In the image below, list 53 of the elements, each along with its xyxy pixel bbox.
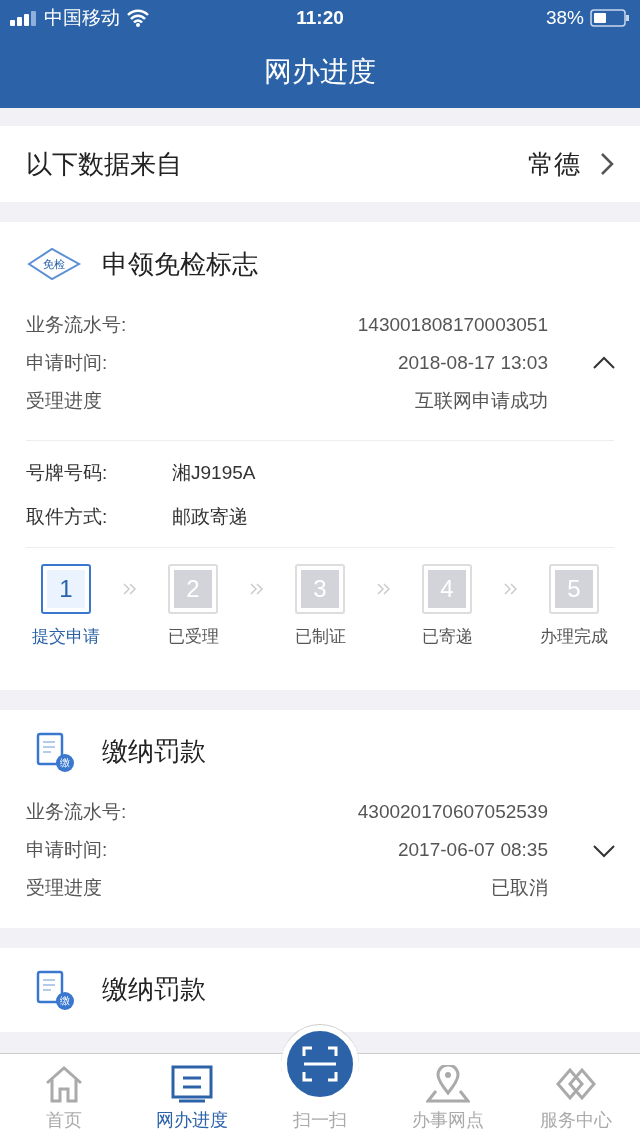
list-icon xyxy=(171,1065,213,1103)
tab-item[interactable]: 办事网点 xyxy=(384,1054,512,1138)
scan-icon xyxy=(302,1046,338,1082)
field-value: 143001808170003051 xyxy=(357,312,548,337)
field-value: 430020170607052539 xyxy=(357,800,548,825)
field-label: 业务流水号: xyxy=(26,800,127,825)
detail-value: 湘J9195A xyxy=(172,460,256,485)
data-source-row[interactable]: 以下数据来自 常德 xyxy=(0,126,640,202)
step-label: 办理完成 xyxy=(540,626,608,648)
signal-icon xyxy=(10,10,38,26)
diamond-icon xyxy=(554,1065,598,1103)
tab-item[interactable]: 服务中心 xyxy=(512,1054,640,1138)
double-chevron-icon xyxy=(249,583,264,595)
detail-value: 邮政寄递 xyxy=(172,504,248,529)
page-title: 网办进度 xyxy=(264,55,376,89)
card-title: 申领免检标志 xyxy=(102,247,258,281)
step-label: 已寄递 xyxy=(421,626,473,648)
battery-percent: 38% xyxy=(545,5,584,30)
detail-label: 号牌号码: xyxy=(26,460,109,485)
field-value: 2017-06-07 08:35 xyxy=(398,838,548,863)
double-chevron-icon xyxy=(122,583,137,595)
step-label: 已制证 xyxy=(294,626,346,648)
card-title: 缴纳罚款 xyxy=(102,735,206,768)
field-value: 互联网申请成功 xyxy=(415,388,548,413)
wifi-icon xyxy=(126,9,150,27)
double-chevron-icon xyxy=(376,583,391,595)
clock-time: 11:20 xyxy=(296,5,344,30)
step-number: 1 xyxy=(41,564,91,614)
field-label: 业务流水号: xyxy=(26,312,127,337)
carrier-name: 中国移动 xyxy=(44,5,120,30)
field-label: 受理进度 xyxy=(26,876,102,901)
field-label: 申请时间: xyxy=(26,350,108,375)
tab-item[interactable]: 扫一扫 xyxy=(256,1014,384,1138)
home-icon xyxy=(44,1065,84,1103)
chevron-up-icon[interactable] xyxy=(592,356,616,370)
field-label: 申请时间: xyxy=(26,838,108,863)
field-value: 2018-08-17 13:03 xyxy=(398,350,548,375)
tab-item[interactable]: 网办进度 xyxy=(128,1054,256,1138)
city-name: 常德 xyxy=(528,147,580,181)
battery-icon xyxy=(590,9,630,27)
source-label: 以下数据来自 xyxy=(26,147,182,181)
map-pin-icon xyxy=(426,1065,470,1103)
detail-label: 取件方式: xyxy=(26,504,109,529)
double-chevron-icon xyxy=(503,583,518,595)
card-title: 缴纳罚款 xyxy=(102,973,206,1006)
tab-item[interactable]: 首页 xyxy=(0,1054,128,1138)
step-label: 提交申请 xyxy=(32,626,100,648)
chevron-right-icon xyxy=(600,152,614,176)
field-label: 受理进度 xyxy=(26,388,102,413)
step-label: 已受理 xyxy=(167,626,219,648)
inspection-badge-icon: 免检 xyxy=(26,247,82,281)
chevron-down-icon[interactable] xyxy=(592,843,616,858)
field-value: 已取消 xyxy=(491,876,548,901)
